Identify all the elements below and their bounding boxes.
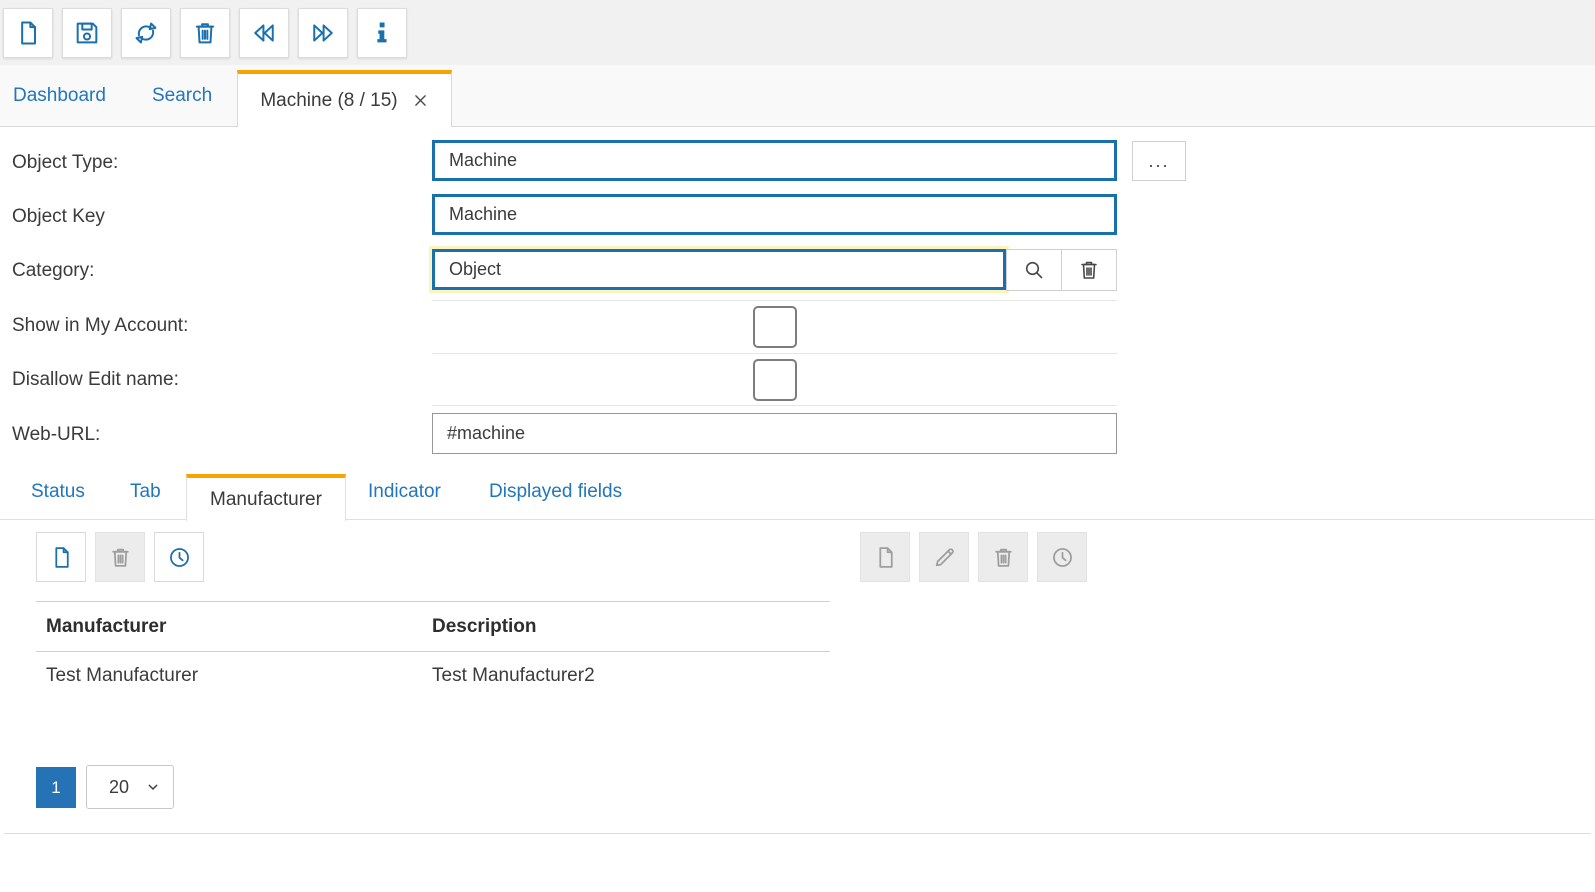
detail-delete-button[interactable] bbox=[978, 532, 1028, 582]
manufacturer-history-button[interactable] bbox=[154, 532, 204, 582]
subtab-tab[interactable]: Tab bbox=[130, 465, 161, 519]
cell-manufacturer: Test Manufacturer bbox=[36, 665, 422, 687]
previous-icon bbox=[250, 19, 278, 47]
tab-search[interactable]: Search bbox=[152, 65, 212, 126]
new-document-icon bbox=[49, 545, 74, 570]
detail-history-button[interactable] bbox=[1037, 532, 1087, 582]
tab-machine-label: Machine (8 / 15) bbox=[260, 90, 397, 112]
object-type-more-button[interactable]: ... bbox=[1132, 141, 1186, 181]
show-in-my-account-label: Show in My Account: bbox=[12, 315, 188, 337]
page-size-select[interactable]: 20 bbox=[86, 765, 174, 809]
save-icon bbox=[73, 19, 101, 47]
refresh-button[interactable] bbox=[121, 8, 171, 58]
chevron-down-icon bbox=[145, 779, 161, 795]
web-url-input[interactable] bbox=[432, 413, 1117, 454]
detail-edit-button[interactable] bbox=[919, 532, 969, 582]
tab-machine-active[interactable]: Machine (8 / 15) bbox=[237, 70, 452, 127]
new-document-icon bbox=[14, 19, 42, 47]
search-icon bbox=[1022, 258, 1046, 282]
main-toolbar bbox=[0, 0, 1595, 65]
clock-icon bbox=[167, 545, 192, 570]
trash-icon bbox=[191, 19, 219, 47]
save-button[interactable] bbox=[62, 8, 112, 58]
object-key-label: Object Key bbox=[12, 206, 105, 228]
bottom-divider bbox=[4, 833, 1591, 834]
clock-icon bbox=[1050, 545, 1075, 570]
manufacturer-delete-button[interactable] bbox=[95, 532, 145, 582]
info-icon bbox=[368, 19, 396, 47]
show-in-my-account-checkbox[interactable] bbox=[753, 306, 797, 348]
manufacturer-new-button[interactable] bbox=[36, 532, 86, 582]
object-key-input[interactable] bbox=[432, 194, 1117, 235]
table-row[interactable]: Test Manufacturer Test Manufacturer2 bbox=[36, 652, 830, 700]
pencil-icon bbox=[932, 545, 957, 570]
trash-icon bbox=[108, 545, 133, 570]
object-type-input[interactable] bbox=[432, 140, 1117, 181]
web-url-label: Web-URL: bbox=[12, 424, 100, 446]
previous-button[interactable] bbox=[239, 8, 289, 58]
show-in-my-account-row bbox=[432, 300, 1117, 353]
new-document-icon bbox=[873, 545, 898, 570]
detail-new-button[interactable] bbox=[860, 532, 910, 582]
manufacturer-table: Manufacturer Description Test Manufactur… bbox=[36, 601, 830, 700]
subtab-manufacturer-active[interactable]: Manufacturer bbox=[186, 474, 346, 521]
subtab-status[interactable]: Status bbox=[31, 465, 85, 519]
info-button[interactable] bbox=[357, 8, 407, 58]
column-header-manufacturer[interactable]: Manufacturer bbox=[36, 616, 422, 638]
category-search-button[interactable] bbox=[1006, 249, 1062, 291]
close-tab-icon[interactable] bbox=[412, 92, 429, 109]
page-1-button[interactable]: 1 bbox=[36, 767, 76, 808]
disallow-edit-name-row bbox=[432, 353, 1117, 406]
object-type-label: Object Type: bbox=[12, 152, 118, 174]
refresh-icon bbox=[132, 19, 160, 47]
page-size-value: 20 bbox=[109, 777, 129, 798]
next-icon bbox=[309, 19, 337, 47]
category-clear-button[interactable] bbox=[1061, 249, 1117, 291]
subtab-displayed-fields[interactable]: Displayed fields bbox=[489, 465, 622, 519]
delete-button[interactable] bbox=[180, 8, 230, 58]
subtab-indicator[interactable]: Indicator bbox=[368, 465, 441, 519]
column-header-description[interactable]: Description bbox=[422, 616, 537, 638]
trash-icon bbox=[991, 545, 1016, 570]
disallow-edit-name-checkbox[interactable] bbox=[753, 359, 797, 401]
cell-description: Test Manufacturer2 bbox=[422, 665, 595, 687]
application-window: Dashboard Search Machine (8 / 15) Object… bbox=[0, 0, 1595, 892]
disallow-edit-name-label: Disallow Edit name: bbox=[12, 369, 179, 391]
category-input[interactable] bbox=[432, 249, 1006, 290]
new-record-button[interactable] bbox=[3, 8, 53, 58]
tab-dashboard[interactable]: Dashboard bbox=[13, 65, 106, 126]
table-header-row: Manufacturer Description bbox=[36, 601, 830, 652]
next-button[interactable] bbox=[298, 8, 348, 58]
category-label: Category: bbox=[12, 260, 94, 282]
trash-icon bbox=[1077, 258, 1101, 282]
